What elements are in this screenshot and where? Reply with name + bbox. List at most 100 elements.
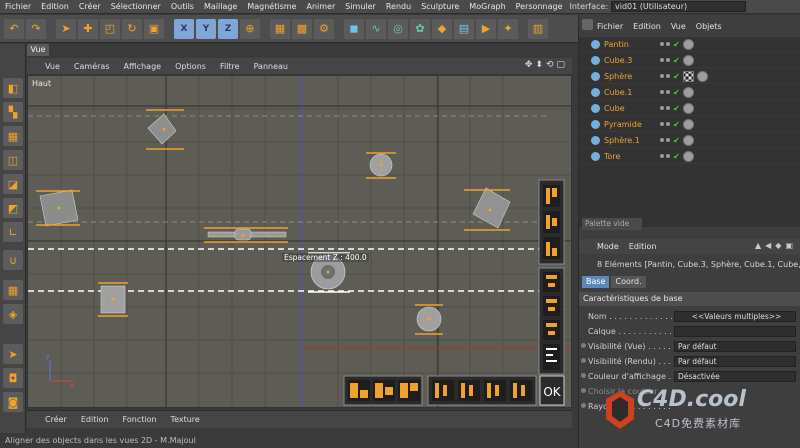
menu-selectionner[interactable]: Sélectionner (106, 2, 166, 11)
tab-coord[interactable]: Coord. (611, 276, 646, 288)
viewport-top[interactable]: x z OK Haut Espacement Z: 400.0 (27, 75, 572, 408)
axis-z-button[interactable]: Z (218, 18, 238, 39)
model-mode-icon[interactable]: ▚ (3, 102, 23, 122)
make-editable-icon[interactable]: ◧ (3, 78, 23, 98)
menu-simuler[interactable]: Simuler (340, 2, 381, 11)
menu-personnage[interactable]: Personnage (511, 2, 568, 11)
om-menu-fichier[interactable]: Fichier (597, 22, 623, 31)
object-name[interactable]: Cube.3 (604, 56, 656, 65)
cube-left-object[interactable] (36, 189, 80, 227)
cube-small-object[interactable] (98, 282, 128, 317)
workplane-icon[interactable]: ◙ (3, 392, 23, 412)
check-icon[interactable]: ✔ (673, 120, 680, 129)
floor-icon[interactable]: ▤ (454, 18, 474, 39)
menu-mograph[interactable]: MoGraph (464, 2, 510, 11)
render-view-icon[interactable]: ▦ (270, 18, 290, 39)
material-menu-creer[interactable]: Créer (45, 415, 67, 424)
points-mode-icon[interactable]: ◫ (3, 150, 23, 170)
view-menu-panneau[interactable]: Panneau (254, 62, 288, 71)
axis-y-button[interactable]: Y (196, 18, 216, 39)
material-tag-icon[interactable] (682, 102, 694, 114)
interface-select[interactable]: vid01 (Utilisateur) (611, 1, 747, 12)
recent-tool-icon[interactable]: ▣ (144, 18, 164, 39)
ok-button[interactable]: OK (539, 375, 565, 406)
view-menu-options[interactable]: Options (175, 62, 206, 71)
menu-animer[interactable]: Animer (301, 2, 340, 11)
spline-icon[interactable]: ∿ (366, 18, 386, 39)
check-icon[interactable]: ✔ (673, 72, 680, 81)
om-menu-objets[interactable]: Objets (696, 22, 722, 31)
tweak-icon[interactable]: ◘ (3, 368, 23, 388)
attr-menu-edition[interactable]: Edition (629, 242, 657, 251)
attr-menu-mode[interactable]: Mode (597, 242, 619, 251)
name-field[interactable]: <<Valeurs multiples>> (674, 310, 796, 322)
check-icon[interactable]: ✔ (673, 56, 680, 65)
texture-mode-icon[interactable]: ▦ (3, 126, 23, 146)
object-name[interactable]: Cube (604, 104, 656, 113)
distribute-palette-horizontal[interactable] (427, 375, 537, 406)
attr-navigation-icons[interactable]: ▲◀◆▣ (755, 241, 797, 250)
view-navigation-icons[interactable]: ✥⬍⟲▢ (525, 60, 568, 70)
light-icon[interactable]: ✦ (498, 18, 518, 39)
rotate-icon[interactable]: ↻ (122, 18, 142, 39)
array-icon[interactable]: ✿ (410, 18, 430, 39)
view-menu-vue[interactable]: Vue (45, 62, 60, 71)
tab-base[interactable]: Base (582, 276, 610, 288)
material-tag-icon[interactable] (682, 118, 694, 130)
camera-icon[interactable]: ▶ (476, 18, 496, 39)
polygons-mode-icon[interactable]: ◩ (3, 198, 23, 218)
check-icon[interactable]: ✔ (673, 104, 680, 113)
visibility-render-select[interactable]: Par défaut (674, 355, 796, 367)
viewport-canvas[interactable]: x z OK (28, 76, 572, 408)
cube-icon[interactable]: ◼ (344, 18, 364, 39)
menu-creer[interactable]: Créer (74, 2, 106, 11)
list-item[interactable]: Pantin ✔ (579, 37, 800, 52)
list-item[interactable]: Sphère ✔ (579, 69, 800, 84)
material-tag-icon[interactable] (682, 38, 694, 50)
material-menu-fonction[interactable]: Fonction (123, 415, 157, 424)
view-tab[interactable]: Vue (27, 44, 49, 56)
object-name[interactable]: Pyramide (604, 120, 656, 129)
check-icon[interactable]: ✔ (673, 88, 680, 97)
axis-x-button[interactable]: X (174, 18, 194, 39)
redo-icon[interactable]: ↷ (26, 18, 46, 39)
om-menu-edition[interactable]: Edition (633, 22, 661, 31)
check-icon[interactable]: ✔ (673, 152, 680, 161)
display-color-select[interactable]: Désactivée (674, 370, 796, 382)
visibility-view-select[interactable]: Par défaut (674, 340, 796, 352)
layout-icon[interactable]: ▥ (528, 18, 548, 39)
menu-fichier[interactable]: Fichier (0, 2, 36, 11)
layer-field[interactable] (674, 325, 796, 337)
render-picture-icon[interactable]: ▩ (292, 18, 312, 39)
check-icon[interactable]: ✔ (673, 136, 680, 145)
object-name[interactable]: Tore (604, 152, 656, 161)
menu-magnetisme[interactable]: Magnétisme (242, 2, 301, 11)
material-menu-texture[interactable]: Texture (171, 415, 200, 424)
material-tag-icon[interactable] (682, 134, 694, 146)
align-palette-vertical[interactable] (538, 179, 565, 265)
check-icon[interactable]: ✔ (673, 40, 680, 49)
axis-mode-icon[interactable]: ∟ (3, 222, 23, 242)
menu-maillage[interactable]: Maillage (199, 2, 242, 11)
pantin-object[interactable] (204, 227, 288, 243)
align-palette-horizontal[interactable] (343, 375, 423, 406)
menu-outils[interactable]: Outils (166, 2, 199, 11)
move-icon[interactable]: ✚ (78, 18, 98, 39)
object-name[interactable]: Sphère.1 (604, 136, 656, 145)
list-item[interactable]: Cube ✔ (579, 101, 800, 116)
nurbs-icon[interactable]: ◎ (388, 18, 408, 39)
object-name[interactable]: Cube.1 (604, 88, 656, 97)
sphere-lower-object[interactable] (415, 304, 443, 335)
deformer-icon[interactable]: ◆ (432, 18, 452, 39)
select-arrow-icon[interactable]: ➤ (56, 18, 76, 39)
material-tag-icon[interactable] (682, 86, 694, 98)
material-tag-icon[interactable] (682, 54, 694, 66)
object-name[interactable]: Sphère (604, 72, 656, 81)
list-item[interactable]: Cube.1 ✔ (579, 85, 800, 100)
material-tag-icon[interactable] (696, 70, 708, 82)
list-item[interactable]: Pyramide ✔ (579, 117, 800, 132)
edges-mode-icon[interactable]: ◪ (3, 174, 23, 194)
empty-palette[interactable]: Palette vide (582, 218, 642, 230)
list-item[interactable]: Sphère.1 ✔ (579, 133, 800, 148)
view-menu-affichage[interactable]: Affichage (123, 62, 161, 71)
